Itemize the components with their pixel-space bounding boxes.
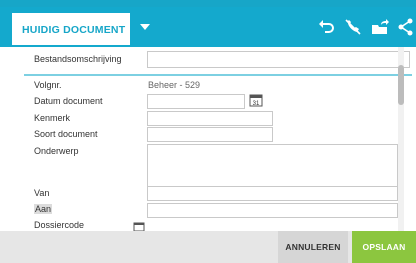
to-input[interactable] bbox=[147, 203, 398, 218]
chevron-down-icon[interactable] bbox=[140, 24, 150, 30]
dossier-label: Dossiercode bbox=[34, 220, 85, 230]
from-label: Van bbox=[34, 188, 50, 198]
seq-value: Beheer - 529 bbox=[148, 80, 201, 90]
to-label: Aan bbox=[34, 204, 53, 214]
undo-icon[interactable] bbox=[316, 17, 336, 37]
export-icon[interactable] bbox=[370, 17, 390, 37]
no-phone-icon[interactable] bbox=[343, 17, 363, 37]
subject-label: Onderwerp bbox=[34, 146, 79, 156]
type-input[interactable] bbox=[147, 127, 273, 142]
cancel-button[interactable]: ANNULEREN bbox=[278, 231, 348, 263]
form-scrollbar[interactable] bbox=[398, 47, 404, 231]
document-header: HUIDIG DOCUMENT bbox=[0, 7, 416, 47]
top-strip bbox=[0, 0, 416, 7]
tab-current-document[interactable]: HUIDIG DOCUMENT bbox=[12, 13, 130, 47]
scrollbar-thumb[interactable] bbox=[398, 65, 404, 105]
from-input[interactable] bbox=[147, 186, 398, 201]
dossier-lookup-icon[interactable] bbox=[133, 222, 145, 231]
section-divider bbox=[24, 74, 412, 76]
svg-text:31: 31 bbox=[253, 101, 260, 107]
calendar-icon[interactable]: 31 bbox=[249, 93, 263, 107]
subject-textarea[interactable] bbox=[147, 144, 398, 188]
description-label: Bestandsomschrijving bbox=[34, 54, 122, 64]
type-label: Soort document bbox=[34, 129, 98, 139]
footer-bar: ANNULEREN OPSLAAN bbox=[0, 231, 416, 263]
date-input[interactable] bbox=[147, 94, 245, 109]
date-label: Datum document bbox=[34, 96, 103, 106]
share-icon[interactable] bbox=[396, 17, 416, 37]
document-form: Bestandsomschrijving Volgnr. Beheer - 52… bbox=[12, 47, 414, 231]
save-button[interactable]: OPSLAAN bbox=[352, 231, 416, 263]
description-input[interactable] bbox=[147, 51, 410, 68]
seq-label: Volgnr. bbox=[34, 80, 62, 90]
ref-input[interactable] bbox=[147, 111, 273, 126]
ref-label: Kenmerk bbox=[34, 113, 71, 123]
